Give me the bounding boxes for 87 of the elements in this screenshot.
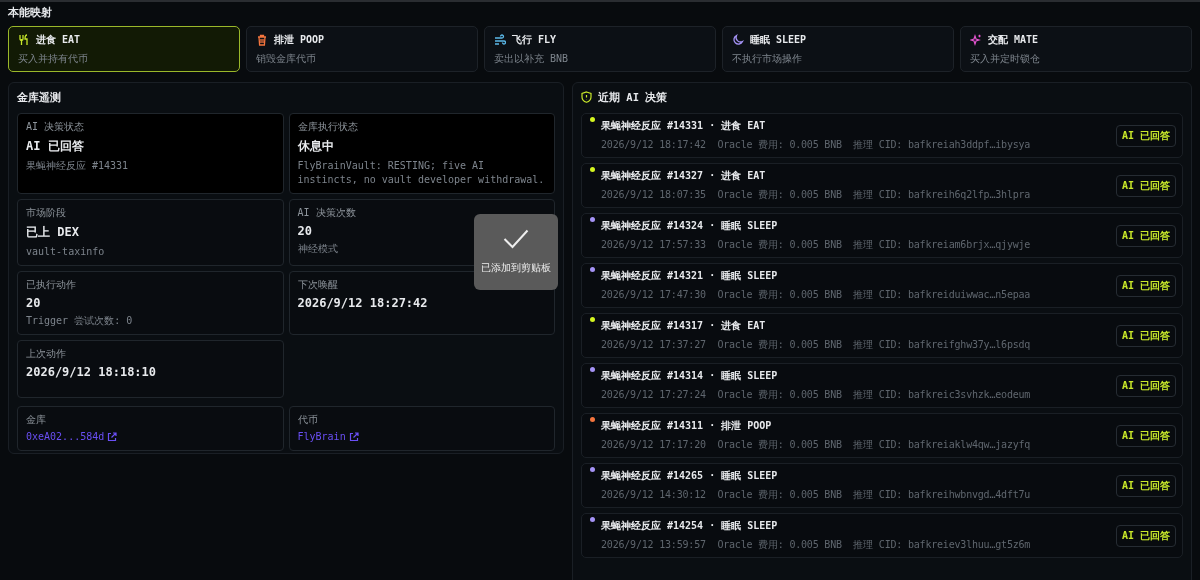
status-badge: AI 已回答 (1115, 424, 1176, 447)
instinct-name: 进食 EAT (36, 33, 81, 47)
status-badge: AI 已回答 (1115, 474, 1176, 497)
decision-item[interactable]: 果蝇神经反应 #14327 · 进食 EAT 2026/9/12 18:07:35 Oracle 费用: 0.005 BNB 推理 CID: bafkreih6q2lfp…3hlpra AI 已回答 (581, 163, 1183, 208)
checkmark-icon (503, 229, 529, 249)
stat-label: 市场阶段 (26, 206, 67, 220)
decision-meta: 2026/9/12 17:47:30 Oracle 费用: 0.005 BNB 推理 CID: bafkreiduiwwac…n5epaa (601, 288, 1032, 302)
instinct-card[interactable]: 排泄 POOP 销毁金库代币 (246, 26, 478, 72)
stat-label: AI 决策次数 (297, 206, 357, 220)
stat-value: 休息中 (297, 138, 335, 155)
instinct-name: 睡眠 SLEEP (750, 33, 807, 47)
decision-item[interactable]: 果蝇神经反应 #14317 · 进食 EAT 2026/9/12 17:37:27 Oracle 费用: 0.005 BNB 推理 CID: bafkreifghw37y…l6psdq AI 已回答 (581, 313, 1183, 358)
status-badge: AI 已回答 (1115, 224, 1176, 247)
instinct-card[interactable]: 睡眠 SLEEP 不执行市场操作 (722, 26, 954, 72)
decision-meta: 2026/9/12 14:30:12 Oracle 费用: 0.005 BNB 推理 CID: bafkreihwbnvgd…4dft7u (601, 488, 1032, 502)
status-badge: AI 已回答 (1115, 324, 1176, 347)
decision-title: 果蝇神经反应 #14331 · 进食 EAT (601, 119, 767, 133)
stat-value: 20 (297, 224, 313, 238)
decision-item[interactable]: 果蝇神经反应 #14324 · 睡眠 SLEEP 2026/9/12 17:57:33 Oracle 费用: 0.005 BNB 推理 CID: bafkreiam6brjx…qjywje AI 已回答 (581, 213, 1183, 258)
decision-meta: 2026/9/12 17:17:20 Oracle 费用: 0.005 BNB 推理 CID: bafkreiaklw4qw…jazyfq (601, 438, 1032, 452)
shield-icon (581, 91, 592, 103)
stat-note: FlyBrainVault: RESTING; five AI instincts, no vault developer withdrawal. (297, 159, 546, 187)
decision-item[interactable]: 果蝇神经反应 #14321 · 睡眠 SLEEP 2026/9/12 17:47:30 Oracle 费用: 0.005 BNB 推理 CID: bafkreiduiwwac…n5epaa AI 已回答 (581, 263, 1183, 308)
stat-value: 已上 DEX (26, 224, 80, 241)
instinct-card[interactable]: 飞行 FLY 卖出以补充 BNB (484, 26, 716, 72)
decision-meta: 2026/9/12 18:17:42 Oracle 费用: 0.005 BNB 推理 CID: bafkreiah3ddpf…ibysya (601, 138, 1032, 152)
stat-label: 下次唤醒 (297, 278, 339, 292)
stat-note: vault-taxinfo (26, 245, 106, 259)
instinct-description: 买入并持有代币 (18, 52, 89, 66)
fork-knife-icon (18, 34, 30, 46)
decision-title: 果蝇神经反应 #14327 · 进食 EAT (601, 169, 767, 183)
decision-title: 果蝇神经反应 #14254 · 睡眠 SLEEP (601, 519, 779, 533)
decision-meta: 2026/9/12 17:37:27 Oracle 费用: 0.005 BNB 推理 CID: bafkreifghw37y…l6psdq (601, 338, 1032, 352)
stat-label: 已执行动作 (26, 278, 77, 292)
decision-meta: 2026/9/12 17:27:24 Oracle 费用: 0.005 BNB 推理 CID: bafkreic3svhzk…eodeum (601, 388, 1032, 402)
instinct-description: 不执行市场操作 (732, 52, 803, 66)
toast-message: 已添加到剪贴板 (481, 261, 551, 275)
decision-title: 果蝇神经反应 #14311 · 排泄 POOP (601, 419, 773, 433)
stat-value: AI 已回答 (26, 138, 85, 155)
decision-title: 果蝇神经反应 #14324 · 睡眠 SLEEP (601, 219, 779, 233)
instinct-card[interactable]: 交配 MATE 买入并定时锁仓 (960, 26, 1192, 72)
instinct-description: 买入并定时锁仓 (970, 52, 1041, 66)
stat-label: 上次动作 (26, 347, 67, 361)
stat-note: 神经模式 (297, 242, 339, 256)
status-badge: AI 已回答 (1115, 174, 1176, 197)
section-title: 本能映射 (8, 6, 53, 20)
stat-value: 2026/9/12 18:27:42 (297, 296, 429, 310)
instinct-description: 卖出以补充 BNB (494, 52, 570, 66)
decision-item[interactable]: 果蝇神经反应 #14314 · 睡眠 SLEEP 2026/9/12 17:27:24 Oracle 费用: 0.005 BNB 推理 CID: bafkreic3svhzk…eodeum AI 已回答 (581, 363, 1183, 408)
stat-note: 果蝇神经反应 #14331 (26, 159, 130, 173)
instinct-name: 交配 MATE (988, 33, 1039, 47)
decision-title: 果蝇神经反应 #14314 · 睡眠 SLEEP (601, 369, 779, 383)
address-link[interactable]: 0xeA02...584d (26, 431, 118, 442)
external-link-icon (348, 431, 359, 442)
decision-meta: 2026/9/12 13:59:57 Oracle 费用: 0.005 BNB 推理 CID: bafkreiev3lhuu…gt5z6m (601, 538, 1032, 552)
decision-item[interactable]: 果蝇神经反应 #14265 · 睡眠 SLEEP 2026/9/12 14:30:12 Oracle 费用: 0.005 BNB 推理 CID: bafkreihwbnvgd…4dft7u AI 已回答 (581, 463, 1183, 508)
stat-label: 金库 (26, 413, 47, 427)
decision-item[interactable]: 果蝇神经反应 #14311 · 排泄 POOP 2026/9/12 17:17:20 Oracle 费用: 0.005 BNB 推理 CID: bafkreiaklw4qw…jazyfq AI 已回答 (581, 413, 1183, 458)
instinct-card[interactable]: 进食 EAT 买入并持有代币 (8, 26, 240, 72)
external-link-icon (107, 431, 118, 442)
moon-icon (732, 34, 744, 46)
instinct-name: 飞行 FLY (512, 33, 557, 47)
decision-item[interactable]: 果蝇神经反应 #14331 · 进食 EAT 2026/9/12 18:17:42 Oracle 费用: 0.005 BNB 推理 CID: bafkreiah3ddpf…ibysya AI 已回答 (581, 113, 1183, 158)
stat-label: 代币 (297, 413, 319, 427)
decision-item[interactable]: 果蝇神经反应 #14254 · 睡眠 SLEEP 2026/9/12 13:59:57 Oracle 费用: 0.005 BNB 推理 CID: bafkreiev3lhuu…gt5z6m AI 已回答 (581, 513, 1183, 558)
decision-title: 果蝇神经反应 #14317 · 进食 EAT (601, 319, 767, 333)
stat-label: AI 决策状态 (26, 120, 86, 134)
stat-note: Trigger 尝试次数: 0 (26, 314, 134, 328)
stat-label: 金库执行状态 (297, 120, 359, 134)
instinct-description: 销毁金库代币 (256, 52, 317, 66)
wind-icon (494, 34, 506, 46)
address-link[interactable]: FlyBrain (297, 431, 359, 442)
decision-meta: 2026/9/12 17:57:33 Oracle 费用: 0.005 BNB 推理 CID: bafkreiam6brjx…qjywje (601, 238, 1032, 252)
decision-title: 果蝇神经反应 #14321 · 睡眠 SLEEP (601, 269, 779, 283)
status-badge: AI 已回答 (1115, 374, 1176, 397)
panel-title: 近期 AI 决策 (598, 91, 668, 105)
decision-meta: 2026/9/12 18:07:35 Oracle 费用: 0.005 BNB 推理 CID: bafkreih6q2lfp…3hlpra (601, 188, 1032, 202)
decision-title: 果蝇神经反应 #14265 · 睡眠 SLEEP (601, 469, 779, 483)
panel-title: 金库遥测 (17, 91, 62, 105)
sparkles-icon (970, 34, 982, 46)
stat-value: 20 (26, 296, 42, 310)
instinct-name: 排泄 POOP (274, 33, 325, 47)
status-badge: AI 已回答 (1115, 274, 1176, 297)
status-badge: AI 已回答 (1115, 524, 1176, 547)
trash-icon (256, 34, 268, 46)
stat-value: 2026/9/12 18:18:10 (26, 365, 158, 379)
status-badge: AI 已回答 (1115, 124, 1176, 147)
